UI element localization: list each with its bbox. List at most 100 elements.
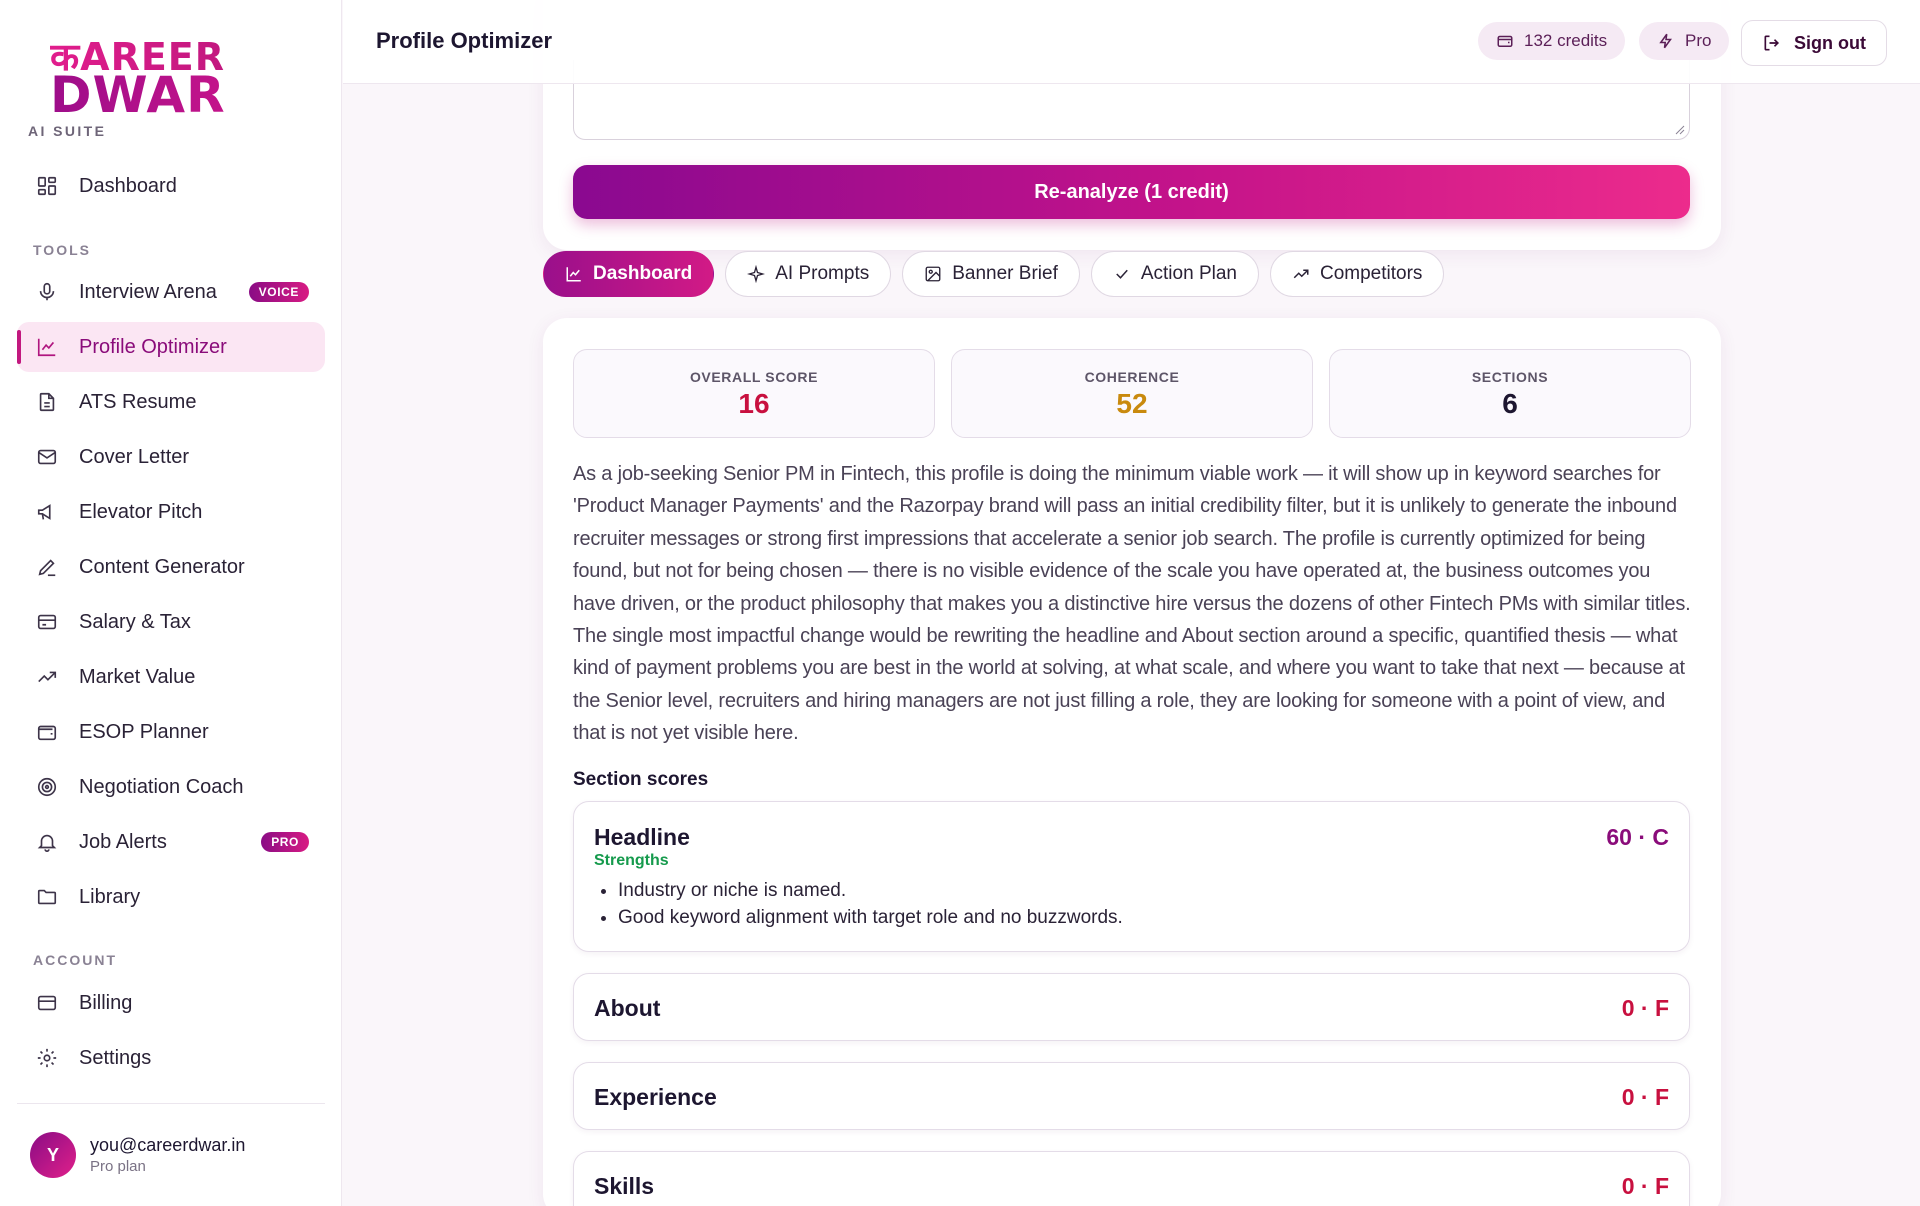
logout-icon	[1762, 33, 1782, 53]
sidebar-item-elevator-pitch[interactable]: Elevator Pitch	[17, 487, 325, 537]
tab-ai-prompts[interactable]: AI Prompts	[725, 251, 892, 297]
sidebar-item-label: Profile Optimizer	[79, 335, 227, 358]
sidebar-item-library[interactable]: Library	[17, 872, 325, 922]
section-name: Experience	[594, 1084, 717, 1110]
sidebar-item-settings[interactable]: Settings	[17, 1033, 325, 1083]
chart-line-icon	[35, 335, 59, 359]
section-score: 0 · F	[1621, 1173, 1669, 1199]
sidebar-item-market-value[interactable]: Market Value	[17, 652, 325, 702]
sidebar-item-salary-tax[interactable]: Salary & Tax	[17, 597, 325, 647]
sidebar-item-label: Negotiation Coach	[79, 775, 244, 798]
sidebar-item-label: Elevator Pitch	[79, 500, 203, 523]
stat-value: 16	[738, 388, 770, 419]
plan-pill[interactable]: Pro	[1639, 22, 1730, 60]
careerdwar-logo[interactable]: कAREER DWAR	[50, 30, 230, 124]
credits-pill[interactable]: 132 credits	[1478, 22, 1626, 60]
grid-icon	[35, 174, 59, 198]
suite-label: AI SUITE	[28, 123, 107, 139]
strengths-list: Industry or niche is named. Good keyword…	[618, 877, 1123, 931]
section-name: About	[594, 995, 661, 1021]
tab-label: Dashboard	[593, 263, 693, 284]
wallet-icon	[1496, 32, 1514, 50]
folder-icon	[35, 885, 59, 909]
account-section-label: ACCOUNT	[33, 952, 117, 968]
lightning-icon	[1657, 32, 1675, 50]
sidebar-item-interview-arena[interactable]: Interview Arena VOICE	[17, 267, 325, 317]
chart-line-icon	[565, 265, 583, 283]
gear-icon	[35, 1046, 59, 1070]
credits-text: 132 credits	[1524, 31, 1608, 50]
stat-label: COHERENCE	[1084, 369, 1180, 385]
sidebar-item-esop-planner[interactable]: ESOP Planner	[17, 707, 325, 757]
section-card-headline[interactable]: Headline 60 · C Strengths Industry or ni…	[573, 801, 1690, 952]
check-icon	[1113, 265, 1131, 283]
sidebar-item-label: Dashboard	[79, 174, 177, 197]
section-name: Headline	[594, 824, 690, 850]
sidebar-item-content-generator[interactable]: Content Generator	[17, 542, 325, 592]
sidebar-item-dashboard[interactable]: Dashboard	[17, 161, 325, 211]
sidebar-item-job-alerts[interactable]: Job Alerts PRO	[17, 817, 325, 867]
microphone-icon	[35, 280, 59, 304]
tab-label: Action Plan	[1140, 263, 1237, 284]
avatar: Y	[30, 1132, 76, 1178]
user-email: you@careerdwar.in	[90, 1135, 246, 1155]
sidebar-item-ats-resume[interactable]: ATS Resume	[17, 377, 325, 427]
sparkle-icon	[747, 265, 766, 283]
tab-action-plan[interactable]: Action Plan	[1090, 251, 1259, 297]
section-score: 0 · F	[1621, 995, 1669, 1021]
sidebar-item-label: ESOP Planner	[79, 720, 209, 743]
top-header: Profile Optimizer 132 credits Pro Sign o…	[343, 0, 1920, 84]
coherence-stat: COHERENCE 52	[951, 349, 1313, 438]
pro-badge: PRO	[261, 832, 309, 852]
sidebar-item-cover-letter[interactable]: Cover Letter	[17, 432, 325, 482]
sign-out-button[interactable]: Sign out	[1741, 20, 1887, 66]
sidebar-item-profile-optimizer[interactable]: Profile Optimizer	[17, 322, 325, 372]
sidebar-item-label: Job Alerts	[79, 830, 167, 853]
sections-stat: SECTIONS 6	[1329, 349, 1691, 438]
sidebar-item-label: ATS Resume	[79, 390, 197, 413]
target-icon	[35, 775, 59, 799]
trending-up-icon	[35, 665, 59, 689]
stat-value: 6	[1502, 388, 1518, 419]
strengths-label: Strengths	[594, 852, 669, 869]
profile-summary: As a job-seeking Senior PM in Fintech, t…	[573, 463, 1691, 745]
tab-competitors[interactable]: Competitors	[1269, 251, 1445, 297]
page-title: Profile Optimizer	[376, 28, 553, 53]
section-card-skills[interactable]: Skills 0 · F	[573, 1151, 1690, 1206]
logo-bottom-text: DWAR	[50, 66, 226, 124]
image-icon	[924, 265, 942, 283]
megaphone-icon	[35, 500, 59, 524]
stat-value: 52	[1116, 388, 1148, 419]
resize-handle-icon[interactable]	[1675, 125, 1685, 135]
section-name: Skills	[594, 1173, 655, 1199]
pen-icon	[35, 555, 59, 579]
tab-label: Competitors	[1319, 263, 1423, 284]
tab-dashboard[interactable]: Dashboard	[543, 251, 715, 297]
mail-icon	[35, 445, 59, 469]
section-score: 0 · F	[1621, 1084, 1669, 1110]
credit-card-icon	[35, 610, 59, 634]
sidebar-item-label: Content Generator	[79, 555, 245, 578]
tab-banner-brief[interactable]: Banner Brief	[902, 251, 1080, 297]
sidebar-item-label: Salary & Tax	[79, 610, 191, 633]
plan-text: Pro	[1685, 31, 1712, 50]
list-item: Industry or niche is named.	[618, 877, 1123, 904]
sidebar-item-label: Interview Arena	[79, 280, 217, 303]
section-scores-heading: Section scores	[573, 769, 709, 790]
sidebar-item-negotiation-coach[interactable]: Negotiation Coach	[17, 762, 325, 812]
wallet-icon	[35, 720, 59, 744]
document-icon	[35, 390, 59, 414]
sidebar-item-label: Market Value	[79, 665, 196, 688]
tools-section-label: TOOLS	[33, 242, 91, 258]
reanalyze-button[interactable]: Re-analyze (1 credit)	[573, 165, 1690, 219]
sidebar: कAREER DWAR AI SUITE Dashboard TOOLS Int…	[0, 0, 342, 1206]
user-profile[interactable]: Y you@careerdwar.in Pro plan	[30, 1132, 245, 1178]
sidebar-item-label: Cover Letter	[79, 445, 190, 468]
sidebar-item-billing[interactable]: Billing	[17, 978, 325, 1028]
tab-label: AI Prompts	[775, 263, 870, 284]
section-card-about[interactable]: About 0 · F	[573, 973, 1690, 1041]
tab-bar: Dashboard AI Prompts Banner Brief Action…	[543, 251, 1455, 297]
overall-score-stat: OVERALL SCORE 16	[573, 349, 935, 438]
section-card-experience[interactable]: Experience 0 · F	[573, 1062, 1690, 1130]
sidebar-item-label: Settings	[79, 1046, 152, 1069]
